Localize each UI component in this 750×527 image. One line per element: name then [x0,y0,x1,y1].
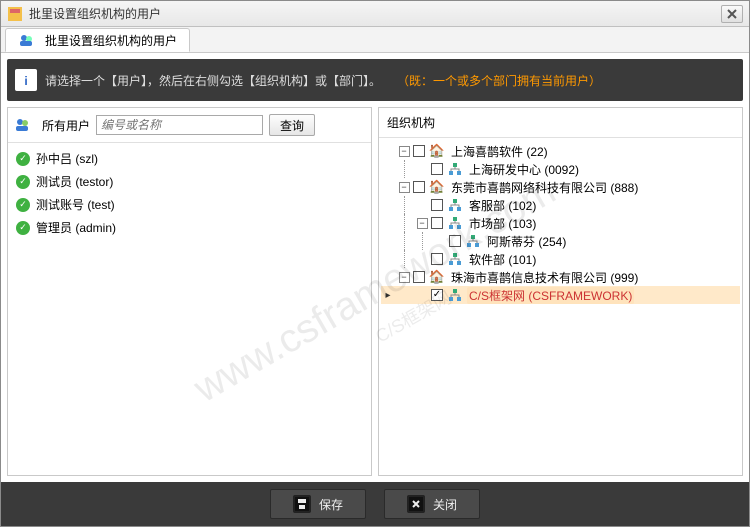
user-list: ✓ 孙中吕 (szl) ✓ 测试员 (testor) ✓ 测试账号 (test)… [8,143,371,475]
search-row: 所有用户 查询 [8,108,371,143]
node-label: C/S框架网 (CSFRAMEWORK) [467,287,634,304]
checkbox[interactable] [431,253,443,265]
close-icon [727,9,737,19]
node-label: 上海研发中心 (0092) [467,161,581,178]
close-label: 关闭 [433,496,457,513]
org-icon [447,161,463,177]
expand-toggle[interactable]: − [399,272,410,283]
tree-node[interactable]: − 市场部 (103) [381,214,740,232]
info-icon: i [15,69,37,91]
user-row[interactable]: ✓ 管理员 (admin) [8,216,371,239]
house-icon: 🏠 [429,179,445,195]
search-button[interactable]: 查询 [269,114,315,136]
check-icon: ✓ [16,221,30,235]
node-label: 阿斯蒂芬 (254) [485,233,568,250]
save-icon [293,495,311,513]
check-icon: ✓ [16,198,30,212]
svg-text:i: i [24,74,27,88]
check-icon: ✓ [16,175,30,189]
org-icon [447,251,463,267]
close-button[interactable]: 关闭 [384,489,480,519]
footer: 保存 关闭 [1,482,749,526]
tree-node[interactable]: − 🏠 东莞市喜鹊网络科技有限公司 (888) [381,178,740,196]
user-row[interactable]: ✓ 测试员 (testor) [8,170,371,193]
user-label: 测试员 (testor) [36,173,113,190]
tree-node[interactable]: 阿斯蒂芬 (254) [381,232,740,250]
tab-main[interactable]: 批里设置组织机构的用户 [5,28,190,52]
node-label: 市场部 (103) [467,215,538,232]
tab-label: 批里设置组织机构的用户 [45,32,177,49]
save-button[interactable]: 保存 [270,489,366,519]
all-users-label: 所有用户 [42,117,90,134]
content-area: 所有用户 查询 ✓ 孙中吕 (szl) ✓ 测试员 (testor) ✓ 测试账… [7,107,743,476]
tabstrip: 批里设置组织机构的用户 [1,27,749,53]
hint-main: 请选择一个【用户】，然后在右侧勾选【组织机构】或【部门】。 [45,72,381,89]
node-label: 客服部 (102) [467,197,538,214]
tree-node-selected[interactable]: ▸ ✓ C/S框架网 (CSFRAMEWORK) [381,286,740,304]
expand-toggle[interactable]: − [399,146,410,157]
checkbox[interactable] [431,163,443,175]
close-icon [407,495,425,513]
org-panel: 组织机构 − 🏠 上海喜鹊软件 (22) 上海研发中心 ( [378,107,743,476]
expand-toggle[interactable]: − [399,182,410,193]
titlebar: 批里设置组织机构的用户 [1,1,749,27]
dialog-window: 批里设置组织机构的用户 批里设置组织机构的用户 i 请选择一个【用户】，然后在右… [0,0,750,527]
user-row[interactable]: ✓ 孙中吕 (szl) [8,147,371,170]
checkbox[interactable]: ✓ [431,289,443,301]
app-icon [7,6,23,22]
house-icon: 🏠 [429,269,445,285]
tree-node[interactable]: 软件部 (101) [381,250,740,268]
window-close-button[interactable] [721,5,743,23]
org-icon [447,287,463,303]
users-icon [18,32,34,48]
user-label: 管理员 (admin) [36,219,116,236]
org-icon [465,233,481,249]
checkbox[interactable] [449,235,461,247]
node-label: 软件部 (101) [467,251,538,268]
expand-toggle[interactable]: − [417,218,428,229]
tree-node[interactable]: 客服部 (102) [381,196,740,214]
user-row[interactable]: ✓ 测试账号 (test) [8,193,371,216]
node-label: 上海喜鹊软件 (22) [449,143,550,160]
users-panel: 所有用户 查询 ✓ 孙中吕 (szl) ✓ 测试员 (testor) ✓ 测试账… [7,107,372,476]
info-bar: i 请选择一个【用户】，然后在右侧勾选【组织机构】或【部门】。 （既：一个或多个… [7,59,743,101]
org-tree: − 🏠 上海喜鹊软件 (22) 上海研发中心 (0092) [379,138,742,475]
org-heading: 组织机构 [379,108,742,138]
checkbox[interactable] [431,217,443,229]
current-row-indicator-icon: ▸ [381,290,395,301]
node-label: 珠海市喜鹊信息技术有限公司 (999) [449,269,640,286]
check-icon: ✓ [16,152,30,166]
tree-node[interactable]: − 🏠 珠海市喜鹊信息技术有限公司 (999) [381,268,740,286]
window-title: 批里设置组织机构的用户 [29,5,721,22]
checkbox[interactable] [413,145,425,157]
search-input[interactable] [96,115,263,135]
org-icon [447,215,463,231]
checkbox[interactable] [413,181,425,193]
user-label: 孙中吕 (szl) [36,150,98,167]
house-icon: 🏠 [429,143,445,159]
users-icon [14,117,30,133]
tree-node[interactable]: 上海研发中心 (0092) [381,160,740,178]
checkbox[interactable] [431,199,443,211]
save-label: 保存 [319,496,343,513]
checkbox[interactable] [413,271,425,283]
hint-extra: （既：一个或多个部门拥有当前用户） [397,72,601,89]
node-label: 东莞市喜鹊网络科技有限公司 (888) [449,179,640,196]
tree-node[interactable]: − 🏠 上海喜鹊软件 (22) [381,142,740,160]
org-icon [447,197,463,213]
user-label: 测试账号 (test) [36,196,115,213]
